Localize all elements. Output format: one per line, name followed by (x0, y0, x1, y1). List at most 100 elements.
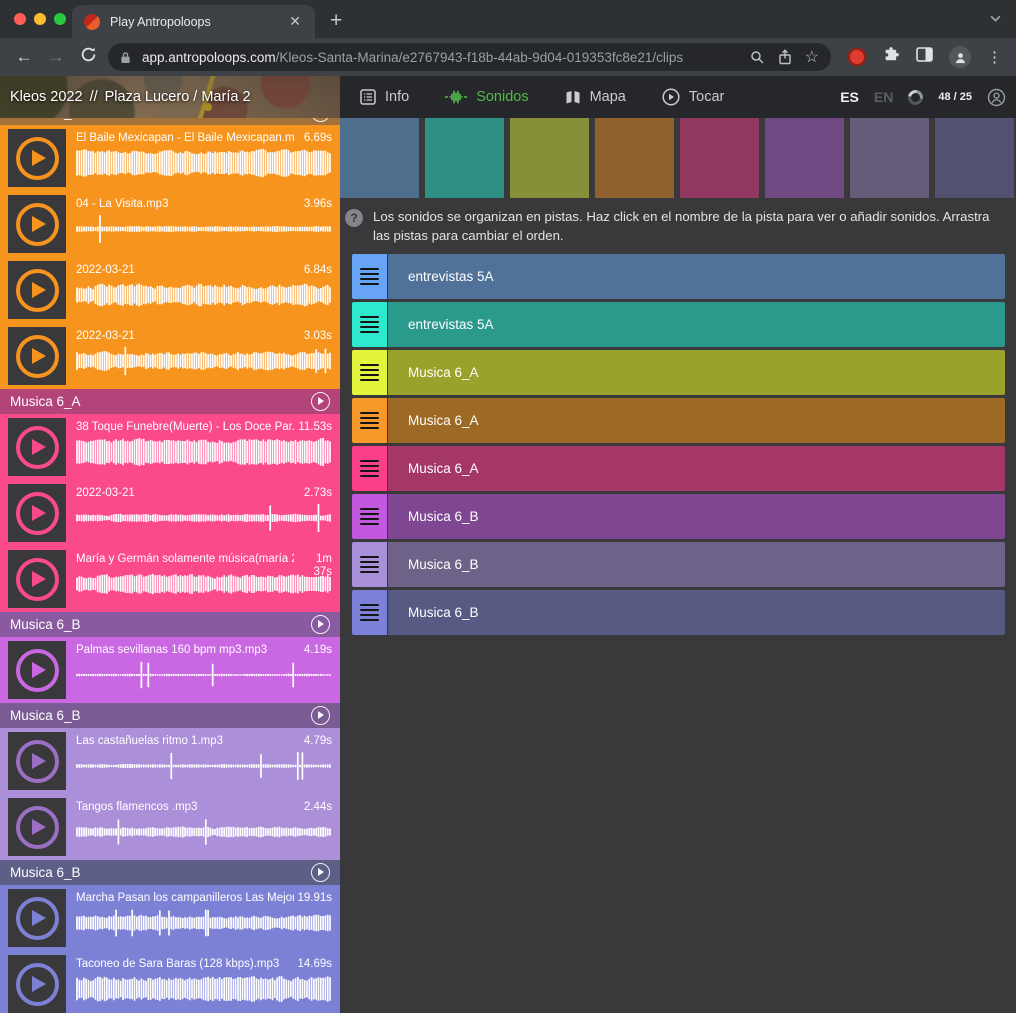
play-clip-button[interactable] (16, 269, 59, 312)
clip-item[interactable]: María y Germán solamente música(maría 2.… (0, 546, 340, 612)
track-swatch[interactable] (680, 118, 759, 198)
track-row[interactable]: Musica 6_A (352, 398, 1005, 443)
clip-thumbnail[interactable] (8, 195, 66, 253)
clip-thumbnail[interactable] (8, 261, 66, 319)
track-row-body[interactable]: Musica 6_A (388, 398, 1005, 443)
track-swatch[interactable] (510, 118, 589, 198)
track-swatch[interactable] (850, 118, 929, 198)
clip-thumbnail[interactable] (8, 484, 66, 542)
tab-search-chevron-icon[interactable] (989, 12, 1002, 30)
browser-tab[interactable]: Play Antropoloops ✕ (72, 5, 315, 38)
address-bar[interactable]: app.antropoloops.com /Kleos-Santa-Marina… (108, 43, 831, 71)
track-section-header[interactable]: Musica 6_A (0, 118, 340, 125)
play-clip-button[interactable] (16, 203, 59, 246)
play-track-icon[interactable] (311, 863, 330, 882)
browser-menu-icon[interactable]: ⋮ (987, 48, 1002, 66)
play-clip-button[interactable] (16, 335, 59, 378)
clip-thumbnail[interactable] (8, 732, 66, 790)
zoom-page-icon[interactable] (750, 50, 765, 65)
clip-item[interactable]: 04 - La Visita.mp33.96s (0, 191, 340, 257)
play-clip-button[interactable] (16, 137, 59, 180)
extensions-puzzle-icon[interactable] (883, 46, 900, 68)
clip-item[interactable]: Tangos flamencos .mp32.44s (0, 794, 340, 860)
track-row[interactable]: entrevistas 5A (352, 302, 1005, 347)
side-panel-icon[interactable] (916, 47, 933, 67)
clip-thumbnail[interactable] (8, 641, 66, 699)
clip-item[interactable]: 2022-03-216.84s (0, 257, 340, 323)
close-tab-icon[interactable]: ✕ (287, 13, 303, 30)
play-clip-button[interactable] (16, 558, 59, 601)
track-row-body[interactable]: Musica 6_A (388, 446, 1005, 491)
fullscreen-window-button[interactable] (54, 13, 66, 25)
account-icon[interactable] (987, 88, 1006, 107)
bookmark-star-icon[interactable]: ☆ (805, 47, 819, 67)
play-track-icon[interactable] (311, 615, 330, 634)
track-row-body[interactable]: Musica 6_B (388, 494, 1005, 539)
track-swatch[interactable] (340, 118, 419, 198)
play-clip-button[interactable] (16, 492, 59, 535)
track-drag-handle[interactable] (352, 446, 387, 491)
play-clip-button[interactable] (16, 806, 59, 849)
clip-thumbnail[interactable] (8, 418, 66, 476)
clip-item[interactable]: Palmas sevillanas 160 bpm mp3.mp34.19s (0, 637, 340, 703)
reload-button[interactable] (72, 46, 104, 68)
play-clip-button[interactable] (16, 426, 59, 469)
tab-tocar[interactable]: Tocar (662, 88, 724, 106)
play-track-icon[interactable] (311, 118, 330, 122)
clip-thumbnail[interactable] (8, 955, 66, 1013)
share-icon[interactable] (778, 49, 792, 65)
track-row[interactable]: Musica 6_B (352, 590, 1005, 635)
track-drag-handle[interactable] (352, 542, 387, 587)
clip-item[interactable]: Marcha Pasan los campanilleros Las Mejor… (0, 885, 340, 951)
forward-button[interactable]: → (40, 47, 72, 67)
recording-indicator-icon[interactable] (850, 50, 864, 64)
track-row[interactable]: Musica 6_A (352, 446, 1005, 491)
track-swatch[interactable] (595, 118, 674, 198)
clip-item[interactable]: Las castañuelas ritmo 1.mp34.79s (0, 728, 340, 794)
clip-thumbnail[interactable] (8, 889, 66, 947)
track-row-body[interactable]: Musica 6_A (388, 350, 1005, 395)
clip-item[interactable]: 2022-03-212.73s (0, 480, 340, 546)
track-row[interactable]: Musica 6_B (352, 542, 1005, 587)
lang-es-button[interactable]: ES (840, 89, 859, 105)
clip-thumbnail[interactable] (8, 550, 66, 608)
clip-item[interactable]: Taconeo de Sara Baras (128 kbps).mp314.6… (0, 951, 340, 1013)
new-tab-button[interactable]: + (330, 6, 342, 36)
tab-sonidos[interactable]: Sonidos (445, 89, 528, 105)
track-swatch[interactable] (765, 118, 844, 198)
track-swatch[interactable] (935, 118, 1014, 198)
back-button[interactable]: ← (8, 47, 40, 67)
tab-info[interactable]: Info (360, 89, 409, 105)
track-section-header[interactable]: Musica 6_B (0, 860, 340, 885)
track-drag-handle[interactable] (352, 302, 387, 347)
track-row[interactable]: entrevistas 5A (352, 254, 1005, 299)
track-row-body[interactable]: Musica 6_B (388, 542, 1005, 587)
track-row[interactable]: Musica 6_A (352, 350, 1005, 395)
track-drag-handle[interactable] (352, 590, 387, 635)
track-section-header[interactable]: Musica 6_B (0, 612, 340, 637)
track-row-body[interactable]: entrevistas 5A (388, 254, 1005, 299)
close-window-button[interactable] (14, 13, 26, 25)
track-drag-handle[interactable] (352, 350, 387, 395)
minimize-window-button[interactable] (34, 13, 46, 25)
clip-thumbnail[interactable] (8, 327, 66, 385)
clip-thumbnail[interactable] (8, 798, 66, 856)
track-swatch[interactable] (425, 118, 504, 198)
track-row-body[interactable]: Musica 6_B (388, 590, 1005, 635)
track-drag-handle[interactable] (352, 398, 387, 443)
clip-item[interactable]: El Baile Mexicapan - El Baile Mexicapan.… (0, 125, 340, 191)
clip-item[interactable]: 38 Toque Funebre(Muerte) - Los Doce Par.… (0, 414, 340, 480)
play-clip-button[interactable] (16, 740, 59, 783)
track-section-header[interactable]: Musica 6_B (0, 703, 340, 728)
profile-avatar[interactable] (949, 46, 971, 68)
play-clip-button[interactable] (16, 963, 59, 1006)
play-clip-button[interactable] (16, 897, 59, 940)
track-row-body[interactable]: entrevistas 5A (388, 302, 1005, 347)
track-row[interactable]: Musica 6_B (352, 494, 1005, 539)
track-section-header[interactable]: Musica 6_A (0, 389, 340, 414)
tab-mapa[interactable]: Mapa (565, 89, 626, 105)
play-clip-button[interactable] (16, 649, 59, 692)
track-drag-handle[interactable] (352, 494, 387, 539)
play-track-icon[interactable] (311, 392, 330, 411)
play-track-icon[interactable] (311, 706, 330, 725)
